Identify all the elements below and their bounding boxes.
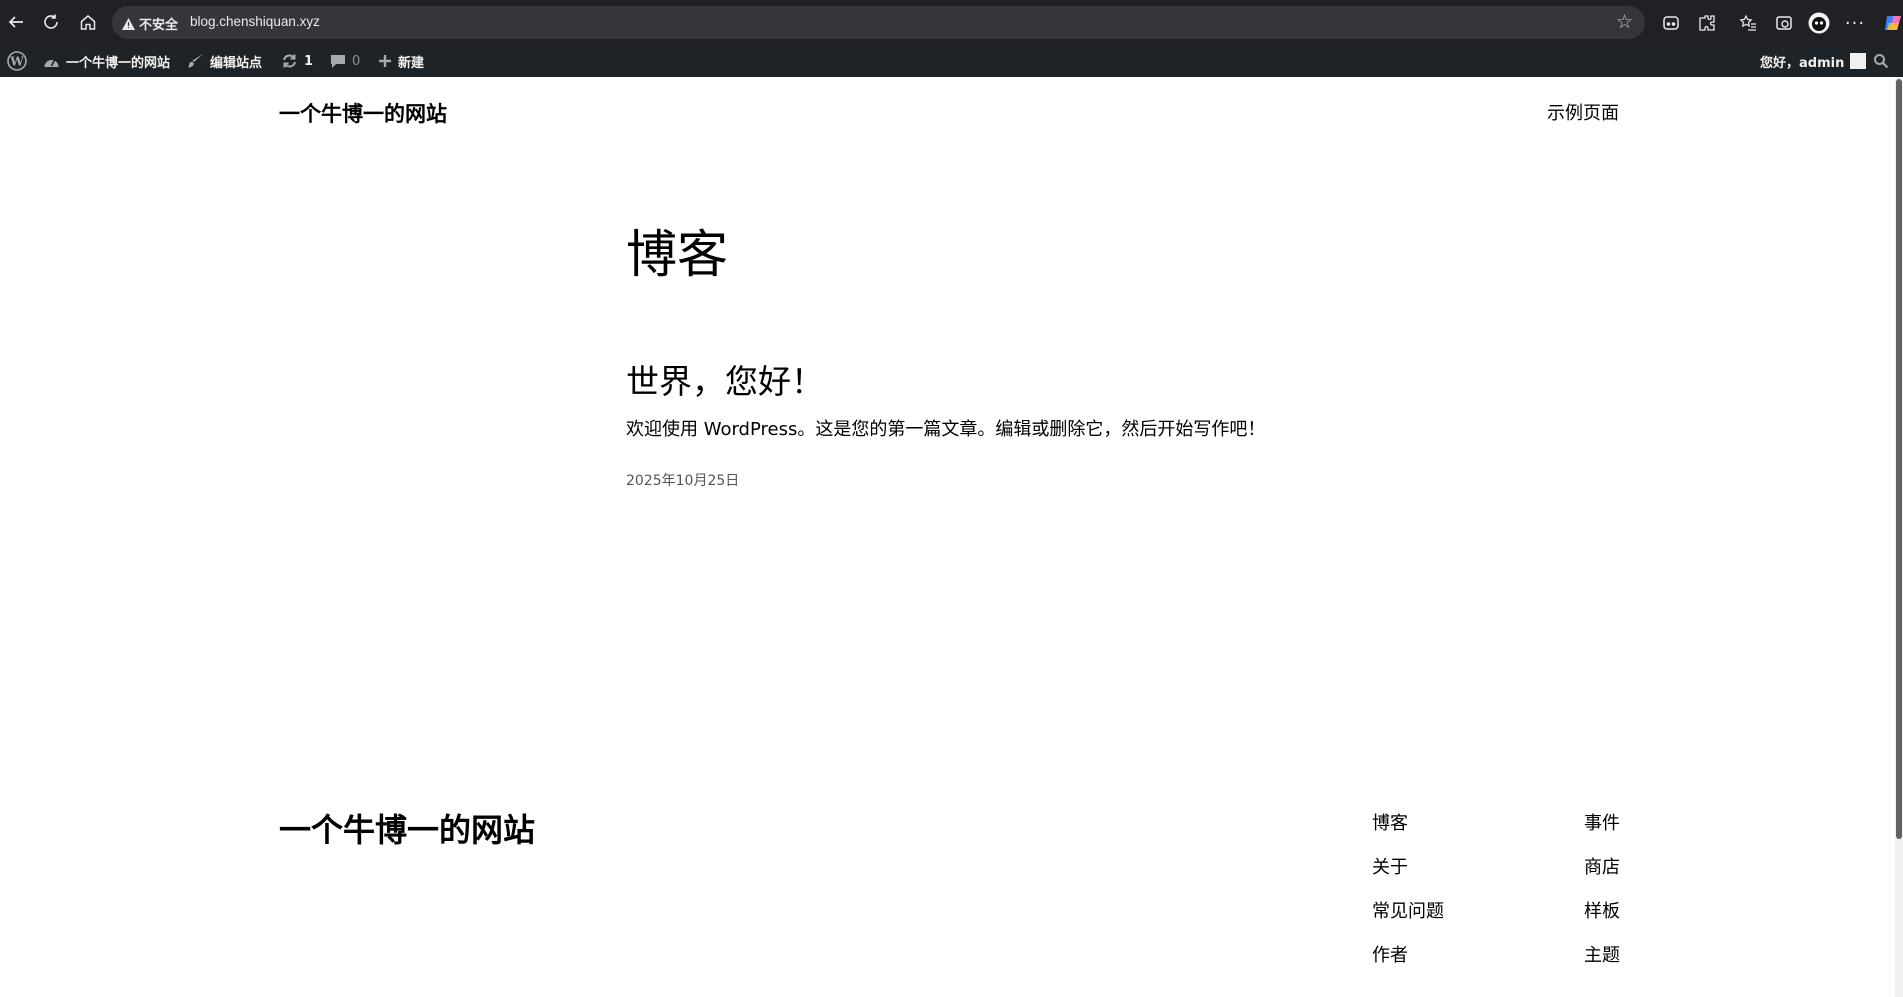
admin-greeting: 您好，admin [1760, 55, 1845, 71]
footer-link-blog[interactable]: 博客 [1372, 809, 1408, 835]
profile-avatar-icon[interactable] [1806, 10, 1832, 36]
page-title: 博客 [626, 226, 729, 285]
favorites-icon[interactable] [1735, 10, 1761, 36]
admin-bar-comments[interactable]: 0 [330, 45, 360, 77]
plus-icon [378, 54, 392, 68]
footer-link-authors[interactable]: 作者 [1372, 941, 1408, 967]
site-title[interactable]: 一个牛博一的网站 [279, 98, 447, 128]
admin-bar-edit-site-label: 编辑站点 [210, 55, 263, 71]
admin-bar-site-name[interactable]: 一个牛博一的网站 [43, 45, 170, 77]
security-indicator[interactable]: 不安全 [122, 14, 178, 33]
extensions-icon[interactable] [1694, 10, 1720, 36]
page-scrollbar-thumb[interactable] [1896, 79, 1902, 839]
comments-count: 0 [352, 53, 361, 69]
admin-bar-new-label: 新建 [398, 55, 425, 71]
admin-bar-edit-site[interactable]: 编辑站点 [187, 45, 262, 77]
nav-item-sample-page[interactable]: 示例页面 [1547, 99, 1619, 125]
browser-toolbar: 不安全 blog.chenshiquan.xyz ☆ ··· [0, 0, 1903, 45]
svg-text:W: W [9, 55, 24, 69]
footer-link-shop[interactable]: 商店 [1584, 853, 1620, 879]
admin-bar-search-icon[interactable] [1873, 45, 1889, 77]
admin-bar-new[interactable]: 新建 [378, 45, 424, 77]
avatar [1850, 53, 1867, 69]
footer-link-about[interactable]: 关于 [1372, 853, 1408, 879]
comment-bubble-icon [330, 54, 346, 69]
bookmark-star-icon[interactable]: ☆ [1616, 11, 1633, 33]
home-icon[interactable] [76, 10, 100, 34]
brush-icon [187, 53, 204, 69]
collections-icon[interactable] [1771, 10, 1797, 36]
reading-mode-icon[interactable] [1658, 10, 1684, 36]
footer-link-patterns[interactable]: 样板 [1584, 897, 1620, 923]
updates-count: 1 [304, 53, 314, 69]
footer-link-themes[interactable]: 主题 [1584, 941, 1620, 967]
footer-link-faq[interactable]: 常见问题 [1372, 897, 1444, 923]
admin-bar-updates[interactable]: 1 [281, 45, 313, 77]
admin-bar-site-label: 一个牛博一的网站 [66, 55, 171, 71]
more-menu-icon[interactable]: ··· [1842, 10, 1868, 36]
wordpress-logo-icon[interactable]: W [7, 45, 27, 77]
warning-icon [122, 17, 135, 30]
wp-admin-bar: W 一个牛博一的网站 编辑站点 1 0 新建 您好，admin [0, 45, 1903, 77]
post-title[interactable]: 世界，您好！ [626, 355, 824, 403]
address-bar[interactable]: 不安全 blog.chenshiquan.xyz ☆ [112, 6, 1645, 39]
admin-bar-my-account[interactable]: 您好，admin [1760, 45, 1867, 77]
back-icon[interactable] [4, 10, 28, 34]
url-text[interactable]: blog.chenshiquan.xyz [190, 14, 320, 29]
post-excerpt: 欢迎使用 WordPress。这是您的第一篇文章。编辑或删除它，然后开始写作吧！ [626, 419, 1266, 440]
post-date[interactable]: 2025年10月25日 [626, 470, 739, 490]
reload-icon[interactable] [39, 10, 63, 34]
copilot-icon[interactable] [1880, 10, 1903, 36]
dashboard-icon [43, 54, 60, 69]
security-label: 不安全 [139, 18, 179, 33]
footer-link-events[interactable]: 事件 [1584, 809, 1620, 835]
footer-site-title[interactable]: 一个牛博一的网站 [279, 805, 535, 851]
updates-icon [281, 53, 298, 69]
